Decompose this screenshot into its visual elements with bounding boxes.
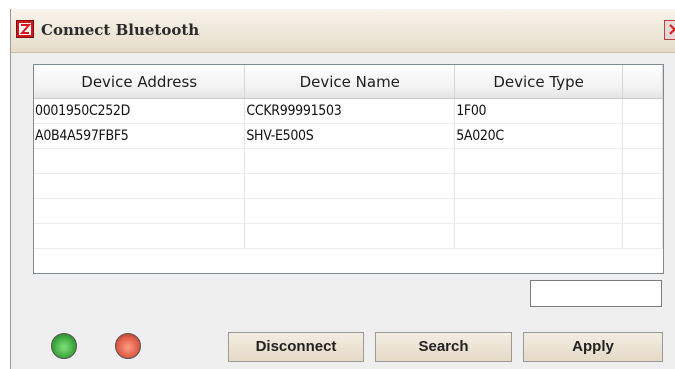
red-status-light-icon (115, 333, 141, 359)
cell-device-type: 1F00 (454, 98, 624, 124)
cell-device-type (454, 223, 624, 249)
cell-device-address (34, 223, 246, 249)
cell-filler (622, 198, 663, 224)
cell-filler (622, 223, 663, 249)
device-table[interactable]: Device Address Device Name Device Type 0… (33, 64, 664, 274)
column-header-device-name[interactable]: Device Name (244, 65, 456, 99)
window-title: Connect Bluetooth (41, 21, 200, 39)
cell-device-address (34, 173, 246, 199)
table-row[interactable] (34, 148, 663, 174)
disconnect-button[interactable]: Disconnect (228, 332, 364, 362)
cell-device-name (244, 223, 456, 249)
cell-device-type (454, 173, 624, 199)
cell-device-name: CCKR99991503 (244, 98, 456, 124)
cell-device-name (244, 148, 456, 174)
column-header-filler (622, 65, 663, 99)
green-status-light-icon (51, 333, 77, 359)
table-row[interactable] (34, 223, 663, 249)
cell-device-address: 0001950C252D (34, 98, 246, 124)
cell-filler (622, 98, 663, 124)
search-button[interactable]: Search (375, 332, 512, 362)
cell-device-address (34, 148, 246, 174)
apply-button[interactable]: Apply (523, 332, 663, 362)
table-row[interactable] (34, 173, 663, 199)
close-icon: × (667, 19, 675, 40)
column-header-device-type[interactable]: Device Type (454, 65, 624, 99)
cell-device-type (454, 198, 624, 224)
cell-filler (622, 148, 663, 174)
app-logo-icon (16, 20, 34, 38)
cell-filler (622, 123, 663, 149)
cell-filler (622, 173, 663, 199)
connect-bluetooth-window: Connect Bluetooth × Device Address Devic… (10, 9, 675, 369)
cell-device-name (244, 173, 456, 199)
cell-device-name (244, 198, 456, 224)
cell-device-type: 5A020C (454, 123, 624, 149)
column-header-device-address[interactable]: Device Address (34, 65, 246, 99)
cell-device-type (454, 148, 624, 174)
table-row[interactable]: 0001950C252D CCKR99991503 1F00 (34, 98, 663, 124)
table-row[interactable]: A0B4A597FBF5 SHV-E500S 5A020C (34, 123, 663, 149)
table-header-row: Device Address Device Name Device Type (34, 65, 663, 99)
cell-device-address (34, 198, 246, 224)
close-button[interactable]: × (664, 19, 675, 40)
device-input-field[interactable] (530, 280, 662, 307)
title-bar: Connect Bluetooth × (11, 9, 675, 53)
table-row[interactable] (34, 198, 663, 224)
cell-device-address: A0B4A597FBF5 (34, 123, 246, 149)
cell-device-name: SHV-E500S (244, 123, 456, 149)
